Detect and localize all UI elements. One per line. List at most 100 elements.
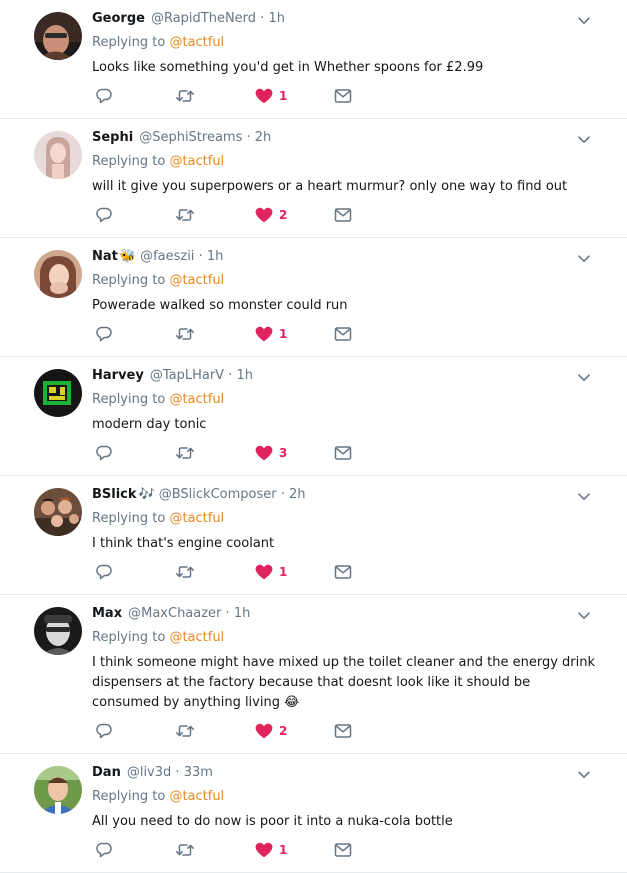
direct-message-button[interactable] — [334, 443, 352, 463]
timestamp[interactable]: 33m — [184, 765, 213, 780]
avatar[interactable] — [34, 131, 82, 179]
reply-tweet[interactable]: BSlick 🎶 @BSlickComposer · 2h Replying to … — [0, 476, 627, 595]
mention-link[interactable]: @tactful — [169, 511, 224, 526]
display-name[interactable]: Max — [92, 606, 122, 621]
like-button[interactable]: 1 — [255, 324, 287, 344]
like-button[interactable]: 1 — [255, 840, 287, 860]
reply-tweet[interactable]: Harvey @TapLHarV · 1h Replying to @tactfu… — [0, 357, 627, 476]
tweet-text: I think someone might have mixed up the … — [92, 655, 595, 710]
timestamp[interactable]: 2h — [289, 487, 306, 502]
timestamp[interactable]: 1h — [207, 249, 224, 264]
retweet-button[interactable] — [175, 324, 195, 344]
handle[interactable]: @SephiStreams — [139, 130, 242, 145]
direct-message-button[interactable] — [334, 721, 352, 741]
replying-to-label: Replying to — [92, 154, 166, 169]
reply-button[interactable] — [95, 205, 113, 225]
more-menu-button[interactable] — [571, 127, 597, 153]
replying-to-label: Replying to — [92, 511, 166, 526]
like-button[interactable]: 1 — [255, 562, 287, 582]
mention-link[interactable]: @tactful — [169, 35, 224, 50]
mention-link[interactable]: @tactful — [169, 630, 224, 645]
chevron-down-icon — [578, 374, 590, 381]
reply-tweet[interactable]: Nat 🐝 @faeszii · 1h Replying to @tactful P… — [0, 238, 627, 357]
reply-tweet[interactable]: Max @MaxChaazer · 1h Replying to @tactful… — [0, 595, 627, 754]
retweet-button[interactable] — [175, 840, 195, 860]
handle[interactable]: @TapLHarV — [150, 368, 224, 383]
direct-message-button[interactable] — [334, 562, 352, 582]
direct-message-button[interactable] — [334, 205, 352, 225]
retweet-button[interactable] — [175, 86, 195, 106]
handle[interactable]: @liv3d — [127, 765, 171, 780]
reply-button[interactable] — [95, 324, 113, 344]
mention-link[interactable]: @tactful — [169, 789, 224, 804]
like-button[interactable]: 2 — [255, 205, 287, 225]
action-bar: 1 — [92, 82, 611, 118]
separator-dot: · — [256, 11, 269, 26]
display-name[interactable]: Dan — [92, 765, 121, 780]
reply-button[interactable] — [95, 562, 113, 582]
avatar[interactable] — [34, 250, 82, 298]
tweet-text: modern day tonic — [92, 417, 207, 432]
display-name[interactable]: Sephi — [92, 130, 133, 145]
retweet-button[interactable] — [175, 562, 195, 582]
tweet-header: Sephi @SephiStreams · 2h — [92, 129, 611, 147]
timestamp[interactable]: 2h — [255, 130, 272, 145]
reply-button[interactable] — [95, 86, 113, 106]
reply-tweet[interactable]: Dan @liv3d · 33m Replying to @tactful All… — [0, 754, 627, 873]
avatar[interactable] — [34, 488, 82, 536]
more-menu-button[interactable] — [571, 484, 597, 510]
like-button[interactable]: 2 — [255, 721, 287, 741]
more-menu-button[interactable] — [571, 246, 597, 272]
avatar[interactable] — [34, 369, 82, 417]
more-menu-button[interactable] — [571, 8, 597, 34]
direct-message-button[interactable] — [334, 840, 352, 860]
replying-to-label: Replying to — [92, 392, 166, 407]
more-menu-button[interactable] — [571, 762, 597, 788]
reply-icon — [96, 445, 112, 461]
reply-button[interactable] — [95, 721, 113, 741]
tweet-header: Harvey @TapLHarV · 1h — [92, 367, 611, 385]
reply-button[interactable] — [95, 443, 113, 463]
handle[interactable]: @MaxChaazer — [128, 606, 221, 621]
display-name[interactable]: Nat — [92, 249, 118, 264]
retweet-icon — [176, 447, 194, 459]
tweet-header: Nat 🐝 @faeszii · 1h — [92, 248, 611, 266]
direct-message-button[interactable] — [334, 324, 352, 344]
envelope-icon — [334, 565, 352, 579]
timestamp[interactable]: 1h — [236, 368, 253, 383]
avatar[interactable] — [34, 766, 82, 814]
heart-icon — [255, 326, 273, 342]
display-name[interactable]: BSlick — [92, 487, 137, 502]
replying-to-label: Replying to — [92, 273, 166, 288]
handle[interactable]: @faeszii — [140, 249, 194, 264]
more-menu-button[interactable] — [571, 603, 597, 629]
reply-icon — [96, 326, 112, 342]
like-button[interactable]: 1 — [255, 86, 287, 106]
retweet-button[interactable] — [175, 443, 195, 463]
handle[interactable]: @BSlickComposer — [159, 487, 277, 502]
avatar[interactable] — [34, 12, 82, 60]
separator-dot: · — [171, 765, 184, 780]
tweet-header: Max @MaxChaazer · 1h — [92, 605, 611, 623]
action-bar: 2 — [92, 717, 611, 753]
mention-link[interactable]: @tactful — [169, 392, 224, 407]
like-button[interactable]: 3 — [255, 443, 287, 463]
separator-dot: · — [224, 368, 237, 383]
mention-link[interactable]: @tactful — [169, 273, 224, 288]
mention-link[interactable]: @tactful — [169, 154, 224, 169]
reply-button[interactable] — [95, 840, 113, 860]
envelope-icon — [334, 208, 352, 222]
retweet-button[interactable] — [175, 721, 195, 741]
direct-message-button[interactable] — [334, 86, 352, 106]
timestamp[interactable]: 1h — [268, 11, 285, 26]
handle[interactable]: @RapidTheNerd — [151, 11, 256, 26]
retweet-button[interactable] — [175, 205, 195, 225]
display-name[interactable]: George — [92, 11, 145, 26]
display-name[interactable]: Harvey — [92, 368, 144, 383]
reply-tweet[interactable]: Sephi @SephiStreams · 2h Replying to @tac… — [0, 119, 627, 238]
more-menu-button[interactable] — [571, 365, 597, 391]
like-count: 2 — [279, 208, 288, 222]
timestamp[interactable]: 1h — [234, 606, 251, 621]
avatar[interactable] — [34, 607, 82, 655]
reply-tweet[interactable]: George @RapidTheNerd · 1h Replying to @ta… — [0, 0, 627, 119]
